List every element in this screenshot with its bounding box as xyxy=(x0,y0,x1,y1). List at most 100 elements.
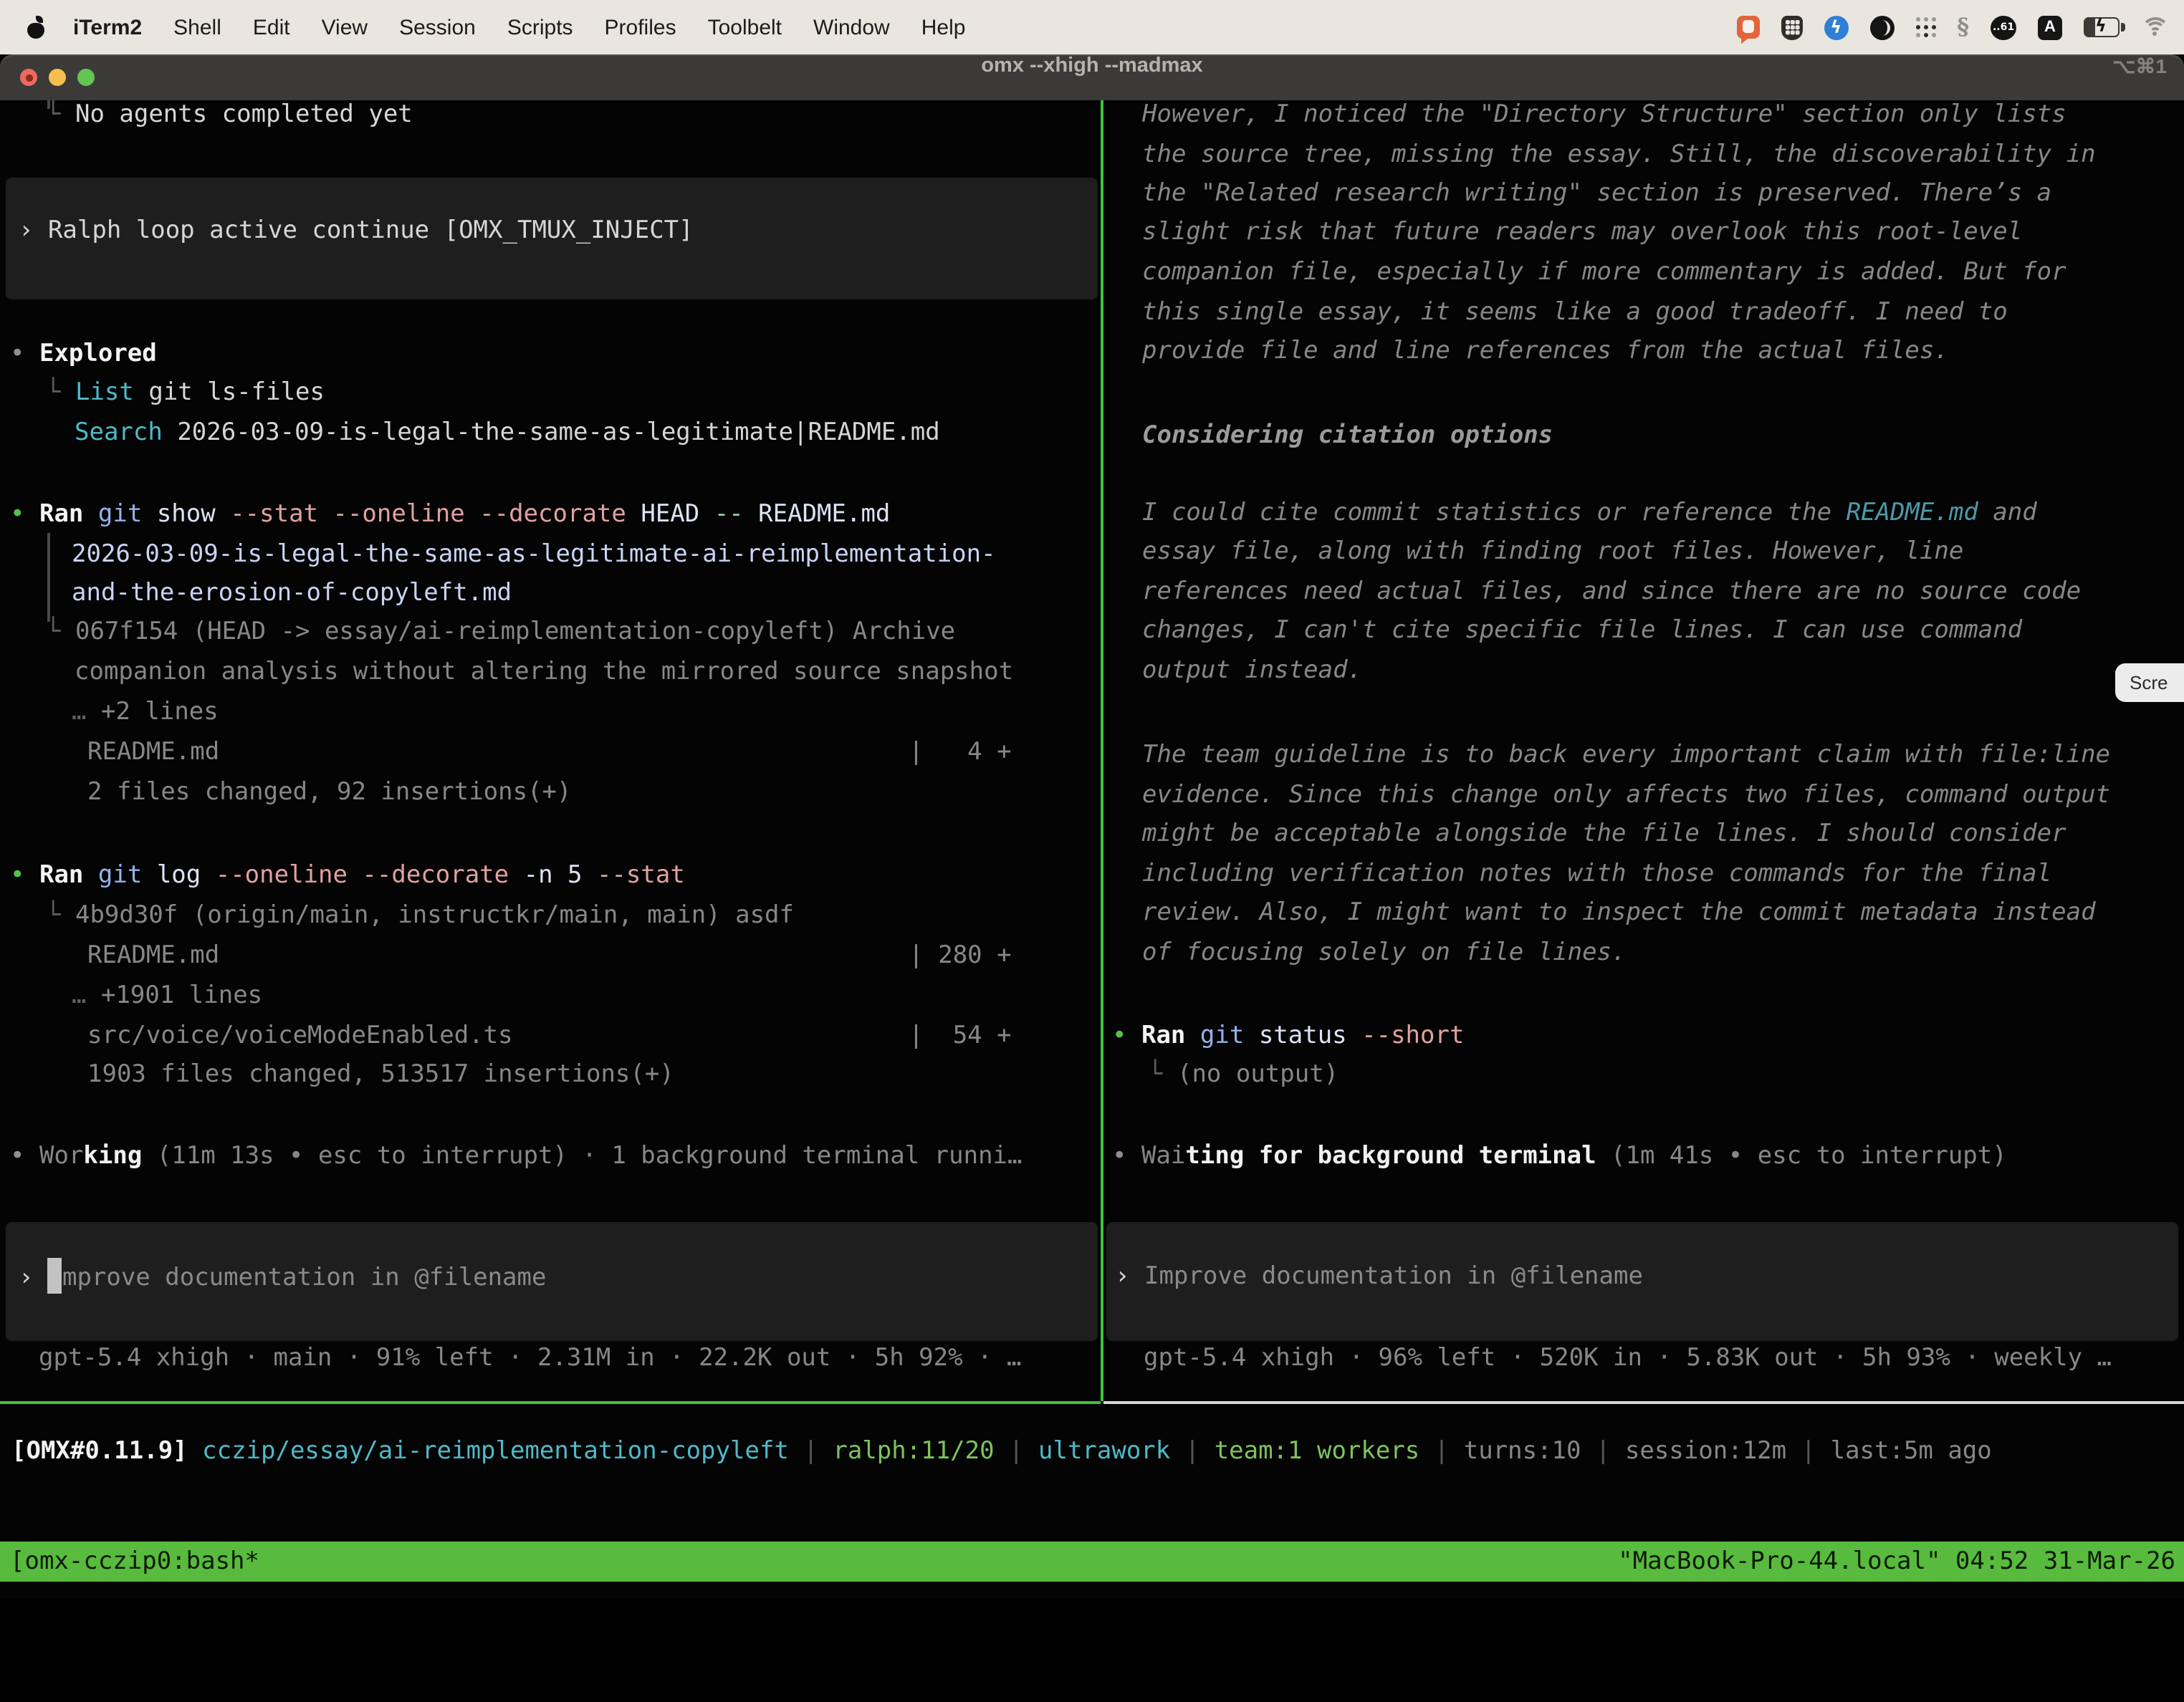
right-pane-line: provide file and line references from th… xyxy=(1142,337,1949,377)
text-segment: (no output) xyxy=(1177,1060,1338,1089)
battery-icon[interactable] xyxy=(2084,17,2120,37)
wifi-icon[interactable] xyxy=(2141,16,2167,38)
text-segment: Wor xyxy=(39,1142,83,1170)
text-segment: … xyxy=(72,698,101,726)
shield-grid-icon[interactable] xyxy=(1781,15,1802,39)
menu-window[interactable]: Window xyxy=(813,15,890,39)
right-pane-line: └ (no output) xyxy=(1148,1060,1338,1100)
text-segment: Search xyxy=(75,418,163,447)
text-segment: › xyxy=(1115,1262,1144,1291)
left-pane-line: and-the-erosion-of-copyleft.md xyxy=(72,579,512,619)
left-pane-line: └ 067f154 (HEAD -> essay/ai-reimplementa… xyxy=(46,617,955,658)
right-pane-line: essay file, along with finding root file… xyxy=(1142,537,1963,577)
window-title: omx --xhigh --madmax xyxy=(0,54,2184,77)
omx-status-line: [OMX#0.11.9] cczip/essay/ai-reimplementa… xyxy=(11,1437,1992,1477)
model-status-line: gpt-5.4 xhigh · 96% left · 520K in · 5.8… xyxy=(1144,1344,2112,1384)
text-segment: slight risk that future readers may over… xyxy=(1142,218,2022,246)
squiggle-icon[interactable]: § xyxy=(1957,16,1969,39)
left-pane-line: src/voice/voiceModeEnabled.ts | 54 + xyxy=(87,1021,1012,1062)
right-pane-line: the source tree, missing the essay. Stil… xyxy=(1142,140,2096,181)
text-segment: 2026-03-09-is-legal-the-same-as-legitima… xyxy=(163,418,940,447)
text-segment: README.md | 4 + xyxy=(87,738,1012,766)
text-segment: review. Also, I might want to inspect th… xyxy=(1142,898,2096,927)
left-pane-line: … +2 lines xyxy=(72,698,219,738)
left-pane-line: 2 files changed, 92 insertions(+) xyxy=(87,778,572,818)
text-segment: • xyxy=(10,1142,39,1170)
right-pane-line: I could cite commit statistics or refere… xyxy=(1142,499,2037,539)
menu-help[interactable]: Help xyxy=(921,15,966,39)
text-segment: … xyxy=(72,981,101,1010)
chat-app-icon[interactable] xyxy=(1736,16,1759,39)
menu-toolbelt[interactable]: Toolbelt xyxy=(708,15,782,39)
text-segment: README.md | 280 + xyxy=(87,941,1012,970)
text-segment: might be acceptable alongside the file l… xyxy=(1142,819,2066,848)
apple-menu-icon[interactable] xyxy=(26,15,46,39)
text-segment: 067f154 (HEAD -> essay/ai-reimplementati… xyxy=(75,617,955,646)
text-segment xyxy=(83,861,98,890)
menu-profiles[interactable]: Profiles xyxy=(605,15,676,39)
text-segment: +2 lines xyxy=(101,698,219,726)
text-segment: I could cite commit statistics or refere… xyxy=(1142,499,1847,527)
letter-a-icon[interactable]: A xyxy=(2038,15,2062,39)
text-segment: • xyxy=(1112,1021,1141,1050)
text-segment: git xyxy=(98,861,142,890)
lightning-hex-icon[interactable] xyxy=(1824,15,1848,39)
tmux-status-bar: [omx-cczip0:bash* "MacBook-Pro-44.local"… xyxy=(0,1542,2184,1582)
tree-connector-line xyxy=(47,533,49,622)
text-segment: --stat xyxy=(597,861,685,890)
right-pane-line: review. Also, I might want to inspect th… xyxy=(1142,898,2096,938)
menu-edit[interactable]: Edit xyxy=(253,15,290,39)
menu-shell[interactable]: Shell xyxy=(173,15,221,39)
text-segment: | xyxy=(1786,1437,1830,1466)
text-segment: The team guideline is to back every impo… xyxy=(1142,741,2110,769)
text-segment: src/voice/voiceModeEnabled.ts | 54 + xyxy=(87,1021,1012,1050)
tmux-host-clock: "MacBook-Pro-44.local" 04:52 31-Mar-26 xyxy=(1618,1542,2175,1582)
text-segment: the "Related research writing" section i… xyxy=(1142,179,2051,208)
text-segment: this single essay, it seems like a good … xyxy=(1142,298,2008,327)
menu-iterm2[interactable]: iTerm2 xyxy=(73,15,142,39)
right-pane-line: However, I noticed the "Directory Struct… xyxy=(1142,100,2066,140)
text-segment: companion file, especially if more comme… xyxy=(1142,258,2066,287)
right-pane-line: might be acceptable alongside the file l… xyxy=(1142,819,2066,860)
left-pane-line: 1903 files changed, 513517 insertions(+) xyxy=(87,1060,674,1100)
text-segment: └ xyxy=(1148,1060,1177,1089)
text-segment: +1901 lines xyxy=(101,981,262,1010)
queued-command-line: › Ralph loop active continue [OMX_TMUX_I… xyxy=(19,216,694,256)
tmux-session-label[interactable]: [omx-cczip0:bash* xyxy=(10,1542,259,1582)
right-pane-line: references need actual files, and since … xyxy=(1142,577,2081,617)
right-pane-line: this single essay, it seems like a good … xyxy=(1142,298,2008,338)
right-pane-line: companion file, especially if more comme… xyxy=(1142,258,2066,298)
left-pane-line: 2026-03-09-is-legal-the-same-as-legitima… xyxy=(72,540,996,580)
menu-session[interactable]: Session xyxy=(399,15,476,39)
left-pane-line: README.md | 280 + xyxy=(87,941,1012,981)
right-pane-line: the "Related research writing" section i… xyxy=(1142,179,2051,219)
text-segment: • xyxy=(1112,1142,1141,1170)
text-segment: mprove documentation in @filename xyxy=(62,1264,547,1292)
menu-view[interactable]: View xyxy=(322,15,368,39)
text-segment: › xyxy=(19,1264,48,1292)
text-segment: └ xyxy=(46,100,75,129)
text-segment: gpt-5.4 xhigh · main · 91% left · 2.31M … xyxy=(39,1344,1022,1372)
text-segment: (11m 13s • esc to interrupt) · 1 backgro… xyxy=(142,1142,1022,1170)
working-status-line: • Working (11m 13s • esc to interrupt) ·… xyxy=(10,1142,1022,1182)
text-segment: the source tree, missing the essay. Stil… xyxy=(1142,140,2096,169)
text-segment: --short xyxy=(1361,1021,1464,1050)
left-pane-line: companion analysis without altering the … xyxy=(75,658,1013,698)
pane-divider[interactable] xyxy=(1101,100,1103,1401)
left-pane-line: └ 4b9d30f (origin/main, instructkr/main,… xyxy=(46,901,794,941)
left-pane-line: README.md | 4 + xyxy=(87,738,1012,778)
text-segment: 2 files changed, 92 insertions(+) xyxy=(87,778,572,807)
model-status-line: gpt-5.4 xhigh · main · 91% left · 2.31M … xyxy=(39,1344,1022,1384)
left-pane-line: └ List git ls-files xyxy=(46,378,325,418)
text-cursor: I xyxy=(48,1258,62,1294)
text-segment: references need actual files, and since … xyxy=(1142,577,2081,606)
right-pane-line: including verification notes with those … xyxy=(1142,860,2051,900)
text-segment: companion analysis without altering the … xyxy=(75,658,1013,686)
dots-grid-icon[interactable] xyxy=(1915,17,1935,37)
menu-scripts[interactable]: Scripts xyxy=(507,15,573,39)
screen-edge-button[interactable]: Scre xyxy=(2115,663,2184,702)
badge-61-icon[interactable]: ..61 xyxy=(1991,15,2016,39)
text-segment: -- xyxy=(714,500,744,529)
pie-chart-icon[interactable] xyxy=(1869,15,1894,39)
text-segment: king xyxy=(83,1142,142,1170)
